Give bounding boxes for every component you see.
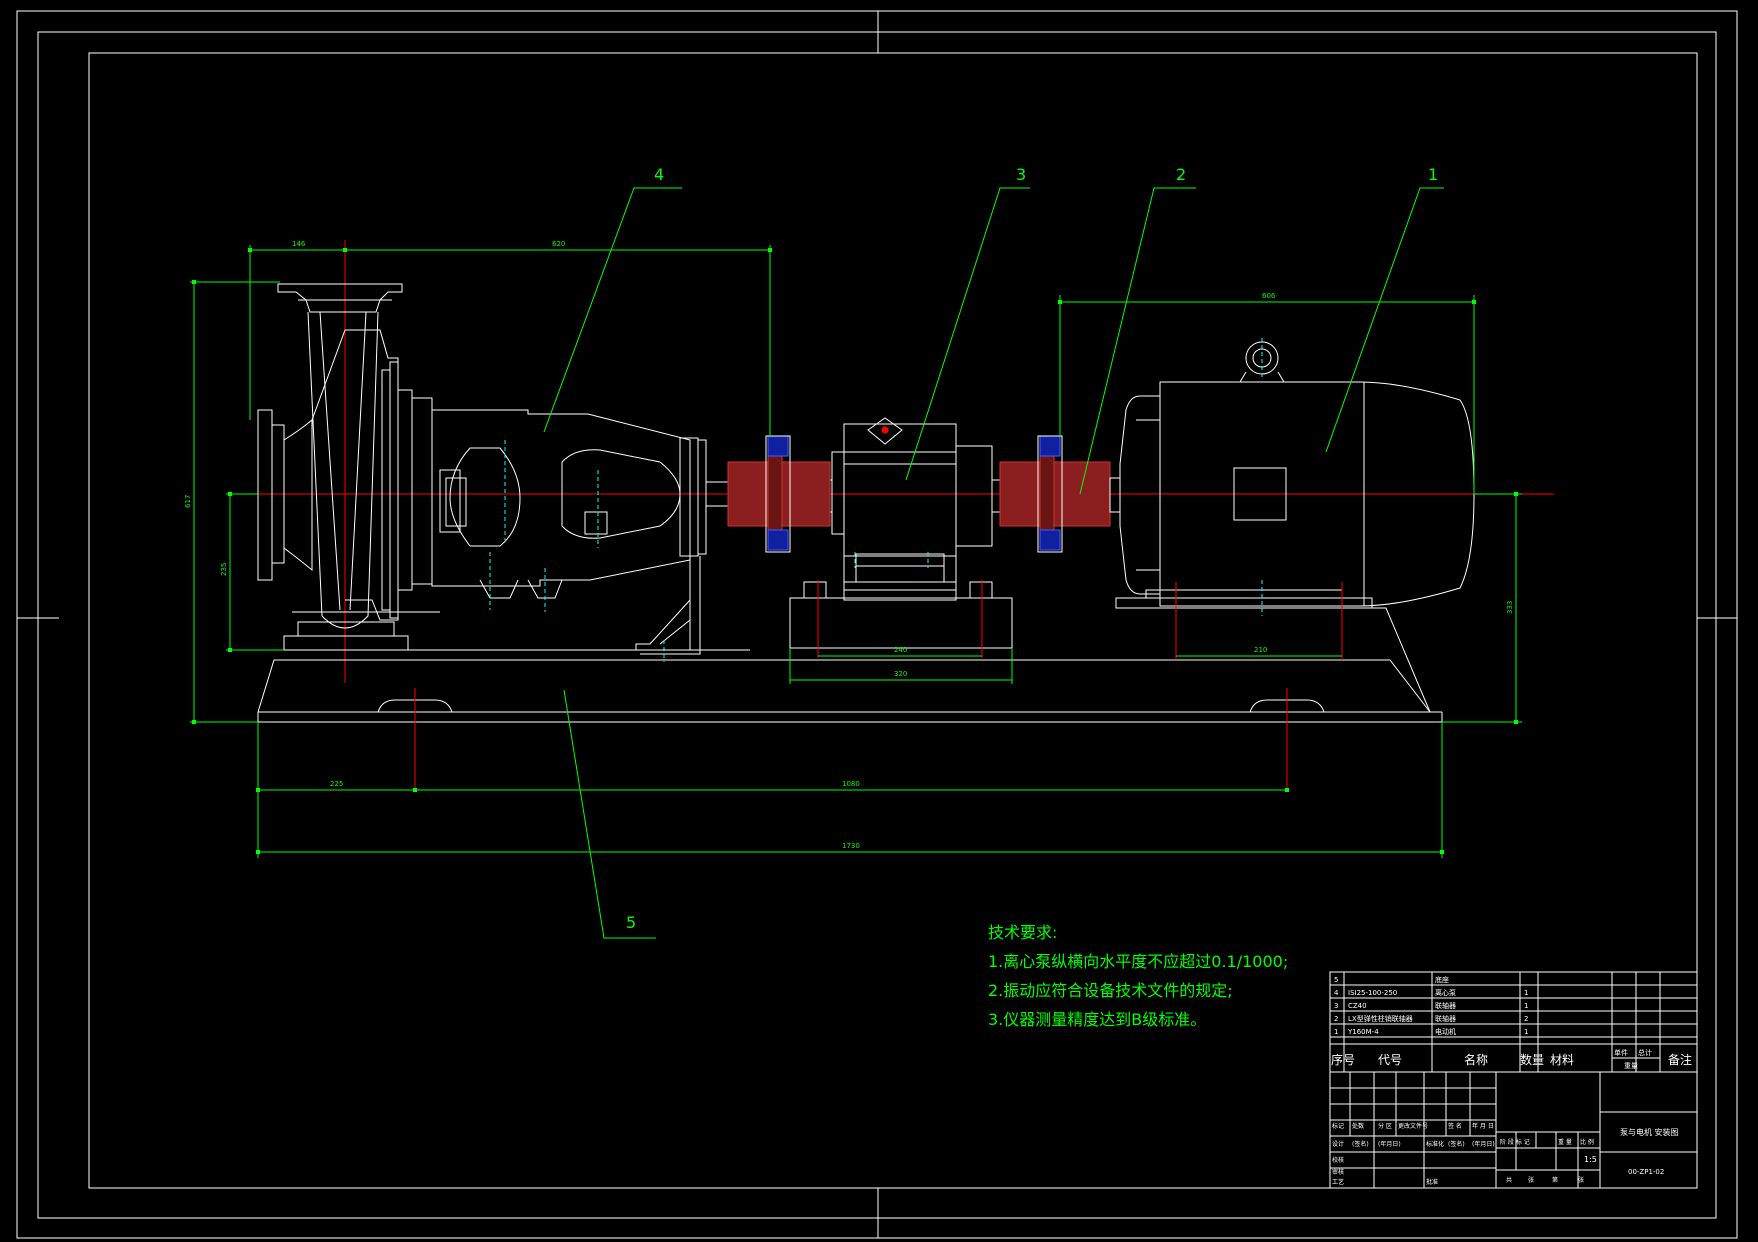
part-row-3-no: 3 (1334, 1002, 1338, 1010)
tech-req-1: 1.离心泵纵横向水平度不应超过0.1/1000; (988, 952, 1289, 971)
header-material: 材料 (1550, 1053, 1574, 1067)
callout-2: 2 (1176, 165, 1186, 184)
part-row-1-qty: 1 (1524, 1028, 1528, 1036)
technical-requirements: 技术要求: 1.离心泵纵横向水平度不应超过0.1/1000; 2.振动应符合设备… (988, 918, 1288, 1034)
parts-list: 5 底座 4 ISI25-100-250 离心泵 1 3 CZ40 联轴器 1 … (1334, 975, 1528, 1036)
part-row-4-qty: 1 (1524, 989, 1528, 997)
role-review: 审核 (1332, 1168, 1344, 1176)
part-row-3-code: CZ40 (1348, 1002, 1367, 1010)
part-row-1-no: 1 (1334, 1028, 1338, 1036)
title-block (1329, 971, 1698, 1189)
dim-617: 617 (184, 495, 192, 508)
header-remark: 备注 (1668, 1052, 1692, 1067)
part-row-3-name: 联轴器 (1435, 1001, 1456, 1010)
callout-3: 3 (1016, 165, 1026, 184)
part-row-2-code: LX型弹性柱销联轴器 (1348, 1014, 1413, 1023)
dim-210: 210 (1254, 646, 1267, 654)
sheet-no-suffix: 张 (1578, 1176, 1584, 1184)
dim-146: 146 (292, 240, 306, 248)
callout-5: 5 (626, 913, 636, 932)
tech-req-3: 3.仪器测量精度达到B级标准。 (988, 1010, 1207, 1029)
dim-606: 606 (1262, 292, 1276, 300)
role-check: 校核 (1332, 1156, 1344, 1164)
header-unit-weight: 单件 (1614, 1048, 1628, 1057)
dim-333: 333 (1506, 601, 1514, 614)
role-approve: 批准 (1426, 1178, 1438, 1186)
hidden-lines (489, 440, 665, 662)
part-row-1-code: Y160M-4 (1347, 1028, 1379, 1036)
role-process: 工艺 (1332, 1178, 1344, 1186)
header-name: 名称 (1464, 1052, 1488, 1067)
part-row-2-qty: 2 (1524, 1015, 1528, 1023)
header-no: 序号 (1331, 1052, 1355, 1067)
dim-620: 620 (552, 240, 565, 248)
part-row-3-qty: 1 (1524, 1002, 1528, 1010)
part-row-1-name: 电动机 (1435, 1027, 1456, 1036)
header-weight: 重量 (1624, 1062, 1638, 1070)
signature-mark-0: (签名) (1352, 1140, 1369, 1148)
torque-meter (803, 417, 1011, 601)
centrifugal-pump (257, 283, 728, 655)
sign-label-2: 分 区 (1378, 1122, 1392, 1130)
drawing-title: 泵与电机 安装图 (1620, 1127, 1679, 1137)
sheet-no-prefix: 第 (1552, 1176, 1558, 1184)
sign-label-5: 年 月 日 (1472, 1122, 1494, 1130)
part-row-4-code: ISI25-100-250 (1348, 989, 1397, 997)
dim-320: 320 (894, 670, 907, 678)
tech-req-2: 2.振动应符合设备技术文件的规定; (988, 981, 1233, 1000)
dim-1080: 1080 (842, 780, 860, 788)
center-lines (226, 240, 1554, 683)
role-design: 设计 (1332, 1140, 1344, 1148)
dimension-ticks (192, 248, 1518, 854)
tech-req-title: 技术要求: (988, 923, 1058, 942)
sign-label-1: 处数 (1352, 1122, 1364, 1130)
part-row-2-name: 联轴器 (1435, 1014, 1456, 1023)
part-row-5-name: 底座 (1435, 975, 1449, 984)
header-code: 代号 (1378, 1053, 1402, 1067)
scale-value: 1:5 (1584, 1155, 1597, 1164)
scale-label: 比 例 (1580, 1138, 1594, 1146)
sign-label-0: 标记 (1332, 1122, 1344, 1130)
electric-motor (1119, 341, 1475, 607)
part-row-2-no: 2 (1334, 1015, 1338, 1023)
bolt-centers (414, 580, 1343, 790)
sheet-total-suffix: 张 (1528, 1176, 1534, 1184)
parts-list-header: 序号 代号 名称 数量 材料 单件 总计 重量 备注 (1331, 1048, 1692, 1070)
assembly-drawing: 146 620 606 617 235 333 240 320 210 225 … (16, 10, 1738, 1239)
drawing-number: 00-ZP1-02 (1628, 1168, 1664, 1176)
dim-1730: 1730 (842, 842, 860, 850)
signature-mark-4: (年月日) (1472, 1140, 1495, 1148)
sheet-total-prefix: 共 (1506, 1176, 1512, 1184)
sign-label-3: 更改文件号 (1398, 1122, 1428, 1130)
header-total-weight: 总计 (1638, 1048, 1652, 1057)
callout-4: 4 (654, 165, 664, 184)
part-row-4-no: 4 (1334, 989, 1339, 997)
sign-label-4: 签 名 (1448, 1122, 1462, 1130)
signature-mark-1: (年月日) (1378, 1140, 1401, 1148)
dim-240: 240 (894, 646, 907, 654)
signature-mark-2: 标准化 (1426, 1140, 1444, 1148)
signature-mark-3: (签名) (1448, 1140, 1465, 1148)
weight-label: 重 量 (1558, 1138, 1572, 1146)
part-row-5-no: 5 (1334, 976, 1338, 984)
part-row-4-name: 离心泵 (1435, 988, 1456, 997)
dim-235: 235 (220, 563, 228, 576)
dim-225: 225 (330, 780, 343, 788)
header-qty: 数量 (1520, 1052, 1544, 1067)
stage-label: 阶 段 标 记 (1500, 1138, 1530, 1146)
callout-1: 1 (1428, 165, 1438, 184)
